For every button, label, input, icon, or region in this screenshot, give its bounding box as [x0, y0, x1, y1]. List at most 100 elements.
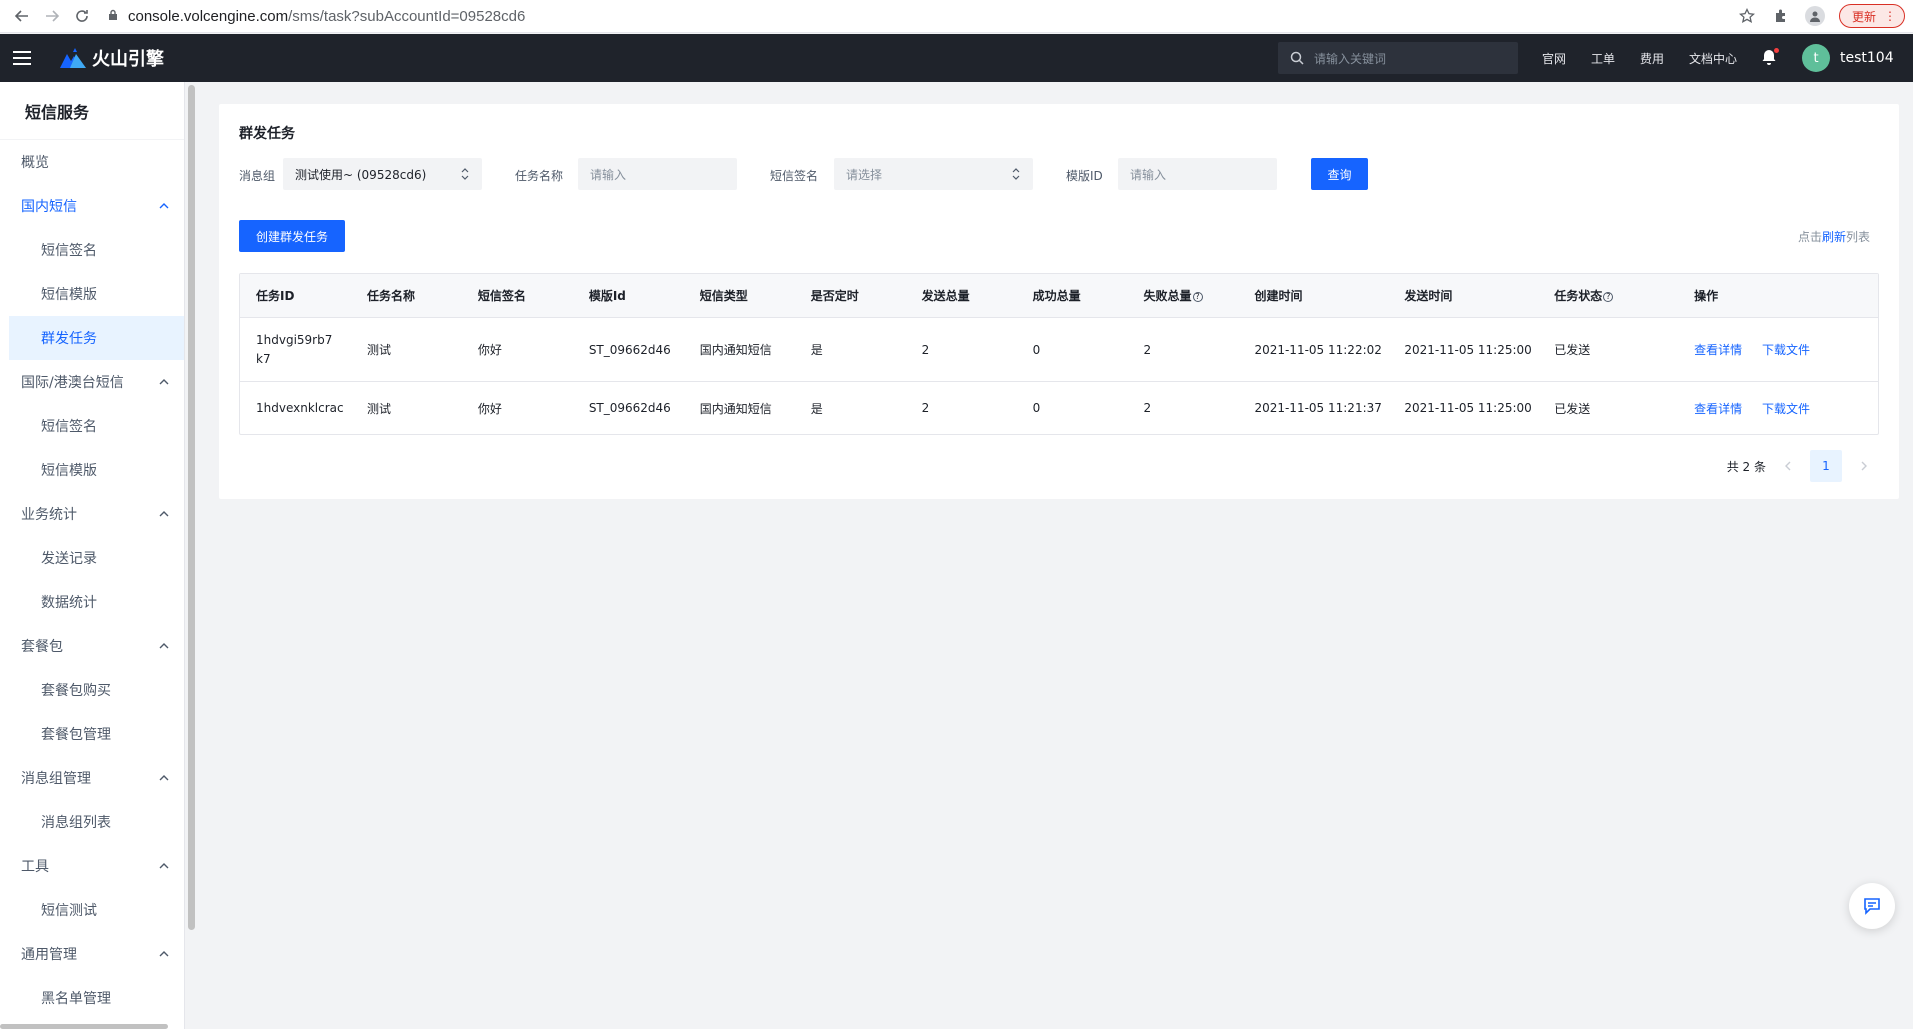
chevron-up-icon	[159, 951, 169, 957]
feedback-chat-button[interactable]	[1849, 883, 1895, 929]
task-table: 任务ID 任务名称 短信签名 模版Id 短信类型 是否定时 发送总量 成功总量 …	[239, 273, 1879, 435]
cell-scheduled: 是	[810, 343, 823, 357]
sidebar-horizontal-scrollbar[interactable]	[0, 1024, 168, 1029]
sidebar-group-message-groups[interactable]: 消息组管理	[0, 756, 184, 800]
col-total: 发送总量	[921, 289, 970, 303]
sidebar-group-international[interactable]: 国际/港澳台短信	[0, 360, 184, 404]
page-title: 群发任务	[239, 126, 295, 142]
filter-sign-label: 短信签名	[770, 169, 819, 183]
sidebar-item-blacklist[interactable]: 黑名单管理	[0, 976, 184, 1020]
address-bar[interactable]: console.volcengine.com/sms/task?subAccou…	[108, 3, 1737, 29]
col-sign: 短信签名	[477, 289, 526, 303]
sidebar-item-data-stats[interactable]: 数据统计	[0, 580, 184, 624]
chevron-up-icon	[159, 203, 169, 209]
sidebar-item-overview[interactable]: 概览	[0, 140, 184, 184]
sidebar-item-sms-test[interactable]: 短信测试	[0, 888, 184, 932]
table-row: 1hdvgi59rb7k7 测试 你好 ST_09662d46 国内通知短信 是…	[240, 318, 1878, 382]
back-icon[interactable]	[10, 4, 34, 28]
cell-success: 0	[1032, 342, 1041, 357]
logo-text: 火山引擎	[92, 49, 164, 70]
download-file-link[interactable]: 下载文件	[1762, 343, 1810, 357]
col-task-name: 任务名称	[366, 289, 415, 303]
reload-icon[interactable]	[70, 4, 94, 28]
col-status-label: 任务状态	[1554, 289, 1603, 303]
template-id-input[interactable]: 请输入	[1118, 158, 1277, 190]
refresh-prefix: 点击	[1797, 230, 1822, 244]
create-bulk-task-button[interactable]: 创建群发任务	[239, 220, 345, 252]
hamburger-menu-icon[interactable]	[0, 34, 44, 82]
select-arrows-icon	[1012, 168, 1020, 180]
pagination-total: 共 2 条	[1726, 459, 1766, 474]
help-icon[interactable]: ?	[1192, 291, 1203, 302]
top-links: 官网 工单 费用 文档中心	[1542, 34, 1737, 82]
cell-actions: 查看详情 下载文件	[1678, 341, 1878, 358]
cell-created: 2021-11-05 11:21:37	[1254, 401, 1382, 415]
top-link-billing[interactable]: 费用	[1640, 50, 1664, 67]
top-link-official[interactable]: 官网	[1542, 50, 1566, 67]
sidebar-group-domestic[interactable]: 国内短信	[0, 184, 184, 228]
sidebar-item-domestic-sign[interactable]: 短信签名	[0, 228, 184, 272]
sidebar-scrollbar[interactable]	[188, 85, 195, 930]
cell-total: 2	[921, 401, 930, 415]
user-menu[interactable]: t test104	[1802, 44, 1894, 72]
more-vert-icon: ⋮	[1884, 9, 1896, 23]
sidebar-item-group-list[interactable]: 消息组列表	[0, 800, 184, 844]
sidebar-group-general[interactable]: 通用管理	[0, 932, 184, 976]
sidebar-group-tools[interactable]: 工具	[0, 844, 184, 888]
bookmark-star-icon[interactable]	[1737, 6, 1757, 26]
select-arrows-icon	[461, 168, 469, 180]
sidebar-group-label: 国内短信	[21, 199, 77, 215]
sign-select[interactable]: 请选择	[834, 158, 1033, 190]
sidebar-item-bulk-task[interactable]: 群发任务	[9, 316, 184, 360]
cell-task-name: 测试	[366, 401, 391, 416]
view-detail-link[interactable]: 查看详情	[1694, 343, 1742, 357]
sidebar-group-packages[interactable]: 套餐包	[0, 624, 184, 668]
chevron-up-icon	[159, 643, 169, 649]
prev-page-icon[interactable]	[1778, 456, 1798, 476]
sidebar-item-intl-template[interactable]: 短信模版	[0, 448, 184, 492]
task-name-input[interactable]: 请输入	[578, 158, 737, 190]
extensions-icon[interactable]	[1771, 6, 1791, 26]
message-group-select[interactable]: 测试使用~ (09528cd6)	[283, 158, 482, 190]
cell-status: 已发送	[1554, 401, 1591, 416]
update-label: 更新	[1851, 9, 1876, 24]
cell-sms-type: 国内通知短信	[699, 401, 772, 416]
col-failed-label: 失败总量	[1143, 289, 1192, 303]
forward-icon[interactable]	[40, 4, 64, 28]
sidebar-group-label: 消息组管理	[21, 771, 91, 787]
refresh-link[interactable]: 刷新	[1822, 230, 1846, 244]
next-page-icon[interactable]	[1854, 456, 1874, 476]
sidebar-group-label: 国际/港澳台短信	[21, 375, 124, 391]
sidebar-item-intl-sign[interactable]: 短信签名	[0, 404, 184, 448]
username: test104	[1840, 50, 1894, 66]
profile-icon[interactable]	[1804, 6, 1825, 26]
filter-template-label: 模版ID	[1066, 169, 1103, 183]
top-link-ticket[interactable]: 工单	[1591, 50, 1615, 67]
sidebar-item-domestic-template[interactable]: 短信模版	[0, 272, 184, 316]
notification-bell-icon[interactable]	[1760, 48, 1780, 68]
refresh-suffix: 列表	[1845, 230, 1870, 244]
global-search-input[interactable]: 请输入关键词	[1278, 42, 1518, 74]
update-button[interactable]: 更新 ⋮	[1838, 4, 1905, 28]
page-number[interactable]: 1	[1810, 450, 1842, 482]
view-detail-link[interactable]: 查看详情	[1694, 402, 1742, 416]
sidebar-item-package-buy[interactable]: 套餐包购买	[0, 668, 184, 712]
task-id-value: 1hdvgi59rb7k7	[256, 332, 333, 366]
sidebar-item-package-manage[interactable]: 套餐包管理	[0, 712, 184, 756]
task-name-placeholder: 请输入	[590, 167, 627, 182]
download-file-link[interactable]: 下载文件	[1762, 402, 1810, 416]
brand-logo[interactable]: 火山引擎	[60, 45, 164, 71]
cell-sms-type: 国内通知短信	[699, 343, 772, 357]
lock-icon	[108, 8, 118, 25]
col-created: 创建时间	[1254, 289, 1303, 303]
help-icon[interactable]: ?	[1603, 291, 1614, 302]
col-sent: 发送时间	[1404, 289, 1453, 303]
cell-created: 2021-11-05 11:22:02	[1254, 342, 1382, 357]
sidebar-item-send-records[interactable]: 发送记录	[0, 536, 184, 580]
top-link-docs[interactable]: 文档中心	[1689, 50, 1737, 67]
sidebar: 短信服务 概览 国内短信 短信签名 短信模版 群发任务 国际/港澳台短信 短信签…	[0, 82, 185, 1029]
table-header: 任务ID 任务名称 短信签名 模版Id 短信类型 是否定时 发送总量 成功总量 …	[240, 274, 1878, 318]
sidebar-group-label: 套餐包	[21, 639, 63, 655]
query-button[interactable]: 查询	[1311, 158, 1368, 190]
sidebar-group-statistics[interactable]: 业务统计	[0, 492, 184, 536]
